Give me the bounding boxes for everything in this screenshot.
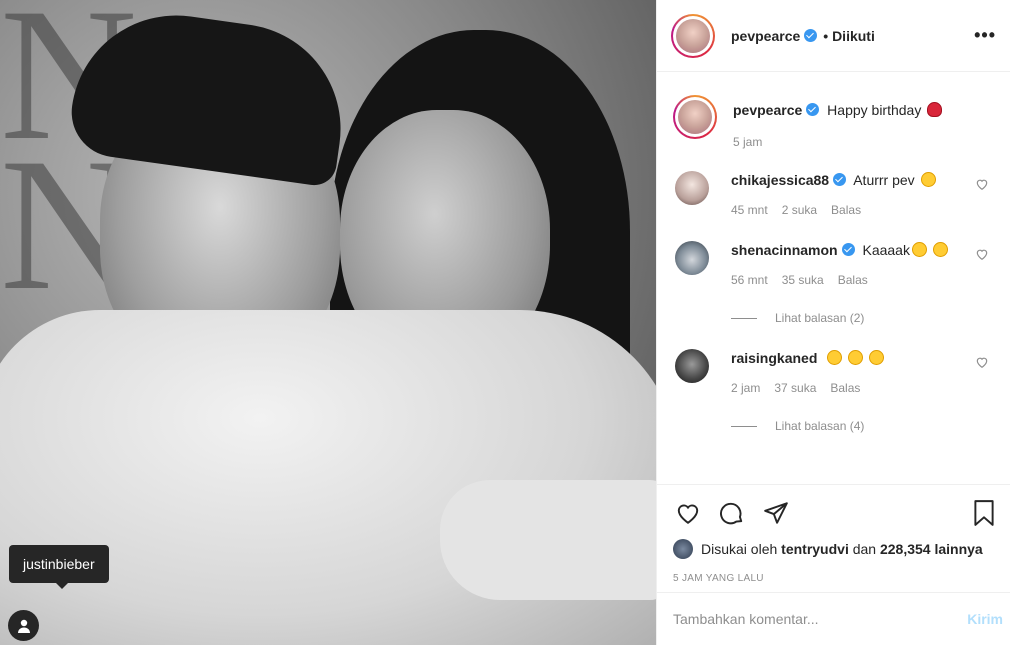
liker-avatar[interactable] bbox=[673, 539, 693, 559]
view-replies-button[interactable]: Lihat balasan (4) bbox=[731, 419, 995, 433]
verified-badge-icon bbox=[804, 28, 818, 42]
post-photo[interactable]: NN justinbieber bbox=[0, 0, 656, 645]
commenter-avatar[interactable] bbox=[675, 171, 709, 205]
comment-time: 2 jam bbox=[731, 381, 761, 395]
save-button[interactable] bbox=[969, 498, 999, 528]
replies-divider-line bbox=[731, 317, 757, 319]
photo-user-tag[interactable]: justinbieber bbox=[9, 545, 109, 589]
comment-username[interactable]: chikajessica88 bbox=[731, 172, 847, 188]
verified-badge-icon bbox=[806, 103, 820, 116]
caption-time: 5 jam bbox=[733, 135, 763, 149]
laughing-emoji-icon bbox=[848, 350, 864, 365]
reply-button[interactable]: Balas bbox=[831, 203, 861, 217]
comment-username[interactable]: shenacinnamon bbox=[731, 242, 855, 258]
rofl-emoji-icon bbox=[911, 242, 927, 257]
comment-bubble-icon bbox=[720, 502, 743, 525]
caption-avatar[interactable] bbox=[673, 95, 717, 139]
laughing-emoji-icon bbox=[920, 172, 936, 187]
likes-and: dan bbox=[852, 541, 877, 557]
comments-list[interactable]: pevpearce Happy birthday 5 jam chikajess… bbox=[657, 73, 1010, 483]
post-actions: Disukai oleh tentryudvi dan 228,354 lain… bbox=[657, 484, 1010, 584]
more-options-icon[interactable]: ••• bbox=[974, 25, 996, 46]
comment-likes[interactable]: 37 suka bbox=[774, 381, 816, 395]
comment-item: chikajessica88 Aturrr pev 45 mnt 2 suka … bbox=[673, 171, 995, 217]
view-replies-label: Lihat balasan (4) bbox=[775, 419, 865, 433]
like-comment-heart-icon[interactable] bbox=[975, 355, 989, 369]
add-comment-bar: Kirim bbox=[657, 592, 1010, 645]
verified-badge-icon bbox=[841, 243, 855, 256]
like-comment-heart-icon[interactable] bbox=[975, 177, 989, 191]
view-replies-label: Lihat balasan (2) bbox=[775, 311, 865, 325]
caption-username[interactable]: pevpearce bbox=[733, 102, 820, 118]
liker-username[interactable]: tentryudvi bbox=[781, 541, 849, 557]
comment-button[interactable] bbox=[717, 498, 747, 528]
reply-button[interactable]: Balas bbox=[838, 273, 868, 287]
view-replies-button[interactable]: Lihat balasan (2) bbox=[731, 311, 995, 325]
post-header: pevpearce • Diikuti ••• bbox=[657, 0, 1010, 72]
comment-item: raisingkaned 2 jam 37 suka Balas bbox=[673, 349, 995, 395]
rofl-emoji-icon bbox=[932, 242, 948, 257]
bookmark-icon bbox=[974, 500, 994, 526]
rose-emoji-icon bbox=[927, 102, 943, 117]
user-icon bbox=[17, 619, 30, 633]
grin-emoji-icon bbox=[827, 350, 843, 365]
likes-summary: Disukai oleh tentryudvi dan 228,354 lain… bbox=[673, 539, 995, 559]
follow-status[interactable]: • Diikuti bbox=[823, 28, 875, 44]
tagged-users-button[interactable] bbox=[8, 610, 39, 641]
likes-count[interactable]: 228,354 lainnya bbox=[880, 541, 983, 557]
author-avatar[interactable] bbox=[671, 13, 715, 58]
comment-input[interactable] bbox=[673, 611, 968, 627]
post-caption: pevpearce Happy birthday 5 jam bbox=[673, 73, 995, 149]
share-button[interactable] bbox=[761, 498, 791, 528]
comment-likes[interactable]: 2 suka bbox=[782, 203, 817, 217]
comment-username[interactable]: raisingkaned bbox=[731, 350, 817, 366]
verified-badge-icon bbox=[833, 173, 847, 186]
like-button[interactable] bbox=[673, 498, 703, 528]
comment-item: shenacinnamon Kaaaak 56 mnt 35 suka Bala… bbox=[673, 241, 995, 287]
author-username[interactable]: pevpearce bbox=[731, 28, 818, 44]
heart-icon bbox=[677, 504, 699, 524]
commenter-avatar[interactable] bbox=[675, 241, 709, 275]
comment-time: 56 mnt bbox=[731, 273, 768, 287]
comment-text: Kaaaak bbox=[862, 242, 910, 258]
comment-text: Aturrr pev bbox=[853, 172, 915, 188]
commenter-avatar[interactable] bbox=[675, 349, 709, 383]
paper-plane-icon bbox=[764, 502, 788, 524]
photo-user-tag-label: justinbieber bbox=[23, 556, 95, 572]
post-timestamp[interactable]: 5 JAM YANG LALU bbox=[673, 573, 995, 584]
likes-prefix: Disukai oleh bbox=[701, 541, 778, 557]
post-detail-panel: pevpearce • Diikuti ••• pevpearce Happy … bbox=[656, 0, 1010, 645]
comment-likes[interactable]: 35 suka bbox=[782, 273, 824, 287]
comment-time: 45 mnt bbox=[731, 203, 768, 217]
reply-button[interactable]: Balas bbox=[830, 381, 860, 395]
replies-divider-line bbox=[731, 425, 757, 427]
wink-emoji-icon bbox=[869, 350, 885, 365]
caption-text: Happy birthday bbox=[827, 102, 922, 118]
like-comment-heart-icon[interactable] bbox=[975, 247, 989, 261]
post-comment-button[interactable]: Kirim bbox=[967, 611, 1003, 627]
photo-sleeve bbox=[440, 480, 656, 600]
